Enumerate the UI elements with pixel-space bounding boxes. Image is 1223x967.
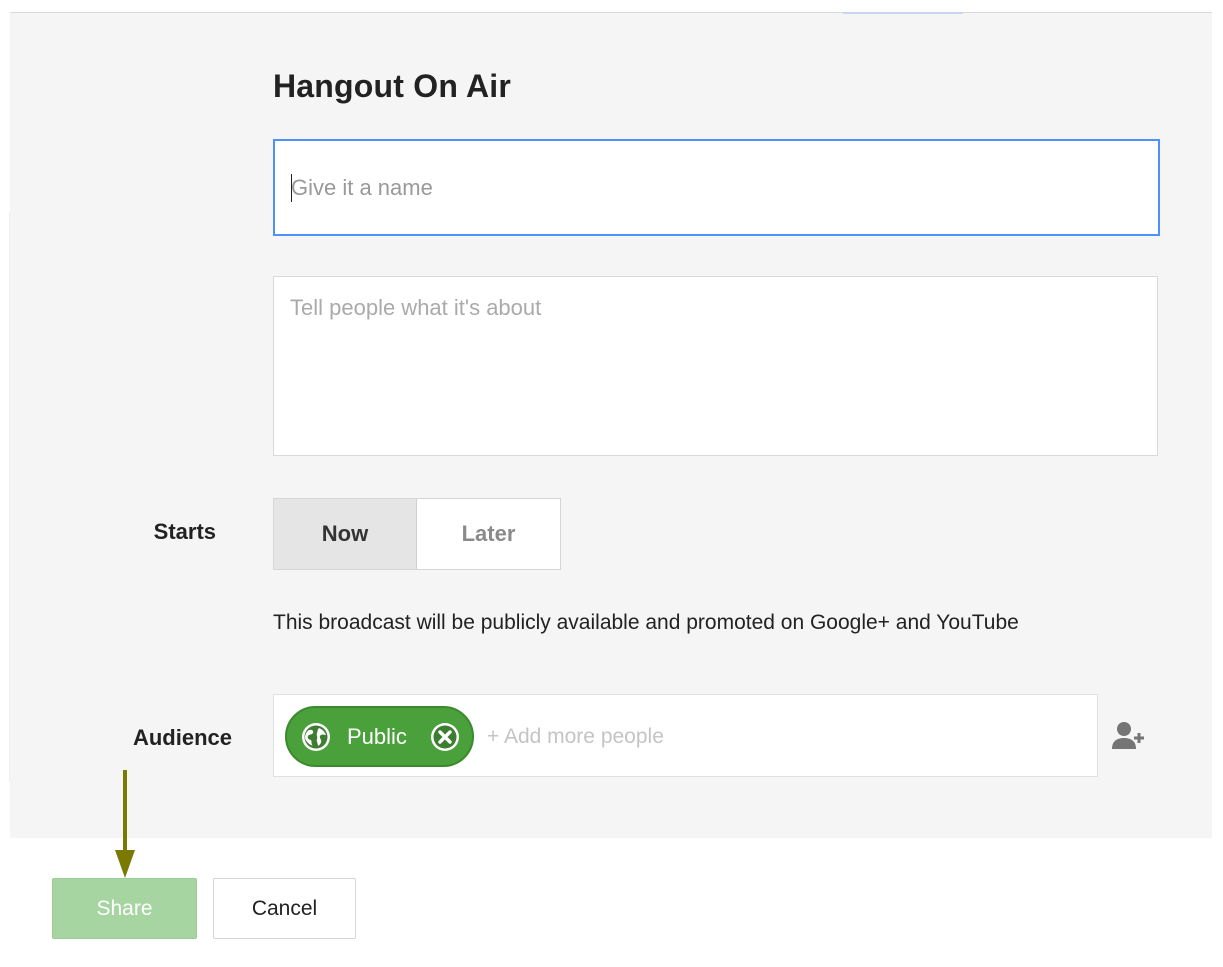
top-divider bbox=[10, 12, 1212, 13]
top-accent-bar bbox=[843, 12, 963, 14]
audience-chip-label: Public bbox=[347, 724, 407, 749]
dialog-title: Hangout On Air bbox=[273, 68, 512, 104]
event-description-input[interactable] bbox=[273, 276, 1158, 456]
share-button[interactable]: Share bbox=[52, 878, 197, 939]
starts-now-button[interactable]: Now bbox=[274, 499, 417, 569]
audience-label: Audience bbox=[132, 725, 232, 750]
starts-toggle: Now Later bbox=[273, 498, 561, 570]
globe-icon bbox=[302, 723, 330, 751]
audience-chip-public[interactable]: Public bbox=[285, 706, 474, 767]
starts-label: Starts bbox=[153, 519, 216, 544]
text-caret bbox=[291, 174, 292, 202]
starts-later-button[interactable]: Later bbox=[417, 499, 560, 569]
broadcast-notice: This broadcast will be publicly availabl… bbox=[273, 611, 1019, 634]
add-people-input[interactable] bbox=[487, 723, 1067, 751]
event-name-input[interactable] bbox=[273, 139, 1160, 236]
page-edge bbox=[0, 12, 10, 967]
cancel-button[interactable]: Cancel bbox=[213, 878, 356, 939]
remove-chip-icon[interactable] bbox=[430, 722, 460, 752]
screenshot-frame: Hangout On Air Starts Now Later This bro… bbox=[0, 0, 1223, 967]
annotation-arrow-icon bbox=[115, 770, 135, 878]
add-person-icon[interactable] bbox=[1111, 720, 1147, 752]
audience-field[interactable]: Public bbox=[273, 694, 1098, 777]
